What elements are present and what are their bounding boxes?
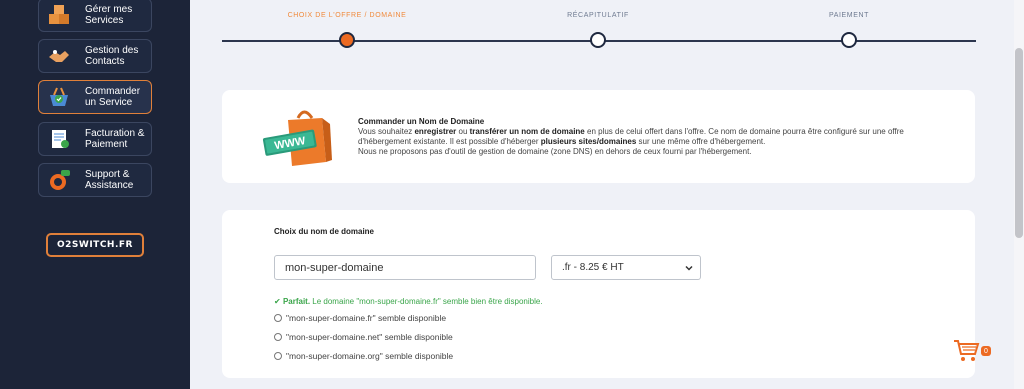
order-stepper: CHOIX DE L'OFFRE / DOMAINE RÉCAPITULATIF… <box>222 0 976 60</box>
extension-select[interactable]: .fr - 8.25 € HT <box>551 255 701 280</box>
scrollbar-thumb[interactable] <box>1015 48 1023 238</box>
cart-count-badge: 0 <box>981 346 991 356</box>
invoice-icon <box>39 123 79 155</box>
o2switch-link-button[interactable]: O2SWITCH.FR <box>46 233 144 257</box>
scrollbar-track[interactable] <box>1014 0 1024 389</box>
domain-name-input[interactable] <box>274 255 536 280</box>
domain-choice-title: Choix du nom de domaine <box>274 227 375 236</box>
radio-button[interactable] <box>274 332 282 341</box>
sidebar-item-label: Facturation & Paiement <box>85 128 145 150</box>
domain-choice-card: Choix du nom de domaine .fr - 8.25 € HT … <box>222 210 975 378</box>
domain-option-net[interactable]: "mon-super-domaine.net" semble disponibl… <box>274 330 453 343</box>
step-dot-offer[interactable] <box>339 32 355 48</box>
step-dot-summary[interactable] <box>590 32 606 48</box>
step-label-summary: RÉCAPITULATIF <box>567 12 629 19</box>
sidebar-item-contacts[interactable]: Gestion des Contacts <box>38 39 152 73</box>
sidebar-item-label: Commander un Service <box>85 86 141 108</box>
sidebar-item-label: Gérer mes Services <box>85 4 133 26</box>
sidebar-item-order-service[interactable]: Commander un Service <box>38 80 152 114</box>
step-label-payment: PAIEMENT <box>828 12 870 19</box>
info-dns-note: Nous ne proposons pas d'outil de gestion… <box>358 147 752 156</box>
cart-button[interactable]: 0 <box>953 338 993 366</box>
availability-status: ✔ Parfait. Le domaine "mon-super-domaine… <box>274 297 543 306</box>
shopping-basket-icon <box>39 81 79 113</box>
shopping-bag-www-illustration: WWW <box>262 110 332 166</box>
sidebar-item-support[interactable]: Support & Assistance <box>38 163 152 197</box>
cart-icon <box>954 340 980 361</box>
domain-option-fr[interactable]: "mon-super-domaine.fr" semble disponible <box>274 311 453 324</box>
handshake-icon <box>39 40 79 72</box>
boxes-icon <box>39 0 79 31</box>
step-dot-payment[interactable] <box>841 32 857 48</box>
radio-button[interactable] <box>274 351 282 360</box>
sidebar-item-label: Gestion des Contacts <box>85 45 139 67</box>
domain-info-card: WWW Commander un Nom de Domaine Vous sou… <box>222 90 975 183</box>
domain-options-list: "mon-super-domaine.fr" semble disponible… <box>274 311 453 368</box>
info-title: Commander un Nom de Domaine <box>358 117 485 126</box>
chevron-down-icon <box>685 265 693 271</box>
check-icon: ✔ <box>274 297 281 306</box>
sidebar-item-manage-services[interactable]: Gérer mes Services <box>38 0 152 32</box>
lifebuoy-icon <box>39 164 79 196</box>
step-label-offer: CHOIX DE L'OFFRE / DOMAINE <box>287 12 407 19</box>
sidebar-item-label: Support & Assistance <box>85 169 134 191</box>
radio-button[interactable] <box>274 313 282 322</box>
info-paragraph: Vous souhaitez enregistrer ou transférer… <box>358 127 904 146</box>
domain-info-text: Commander un Nom de Domaine Vous souhait… <box>358 117 958 157</box>
sidebar-item-billing[interactable]: Facturation & Paiement <box>38 122 152 156</box>
domain-option-org[interactable]: "mon-super-domaine.org" semble disponibl… <box>274 349 453 362</box>
extension-select-value: .fr - 8.25 € HT <box>562 262 624 273</box>
sidebar: Gérer mes Services Gestion des Contacts … <box>0 0 190 389</box>
